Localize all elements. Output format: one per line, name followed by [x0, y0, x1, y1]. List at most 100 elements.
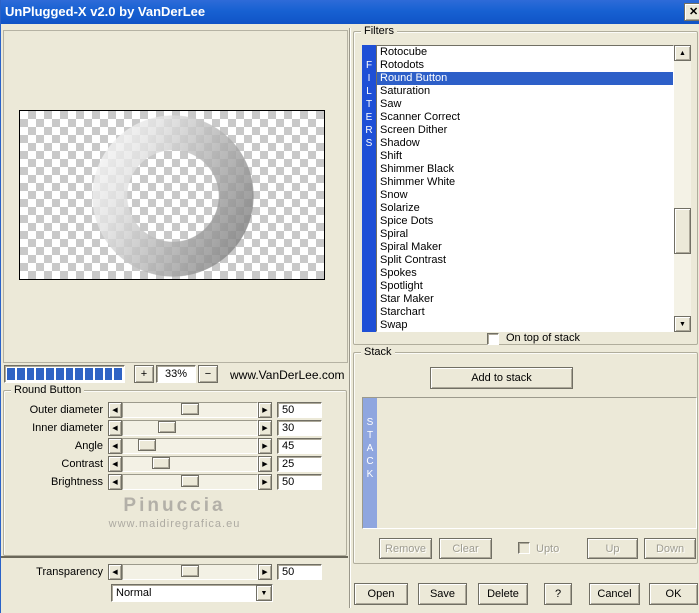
filter-list-item[interactable]: Snow [377, 189, 673, 202]
slider-decrease-arrow[interactable]: ◀ [108, 438, 122, 454]
filter-list-item[interactable]: Spotlight [377, 280, 673, 293]
filter-list-item[interactable]: Spice Dots [377, 215, 673, 228]
stack-listbox[interactable]: STACK [362, 397, 697, 529]
filter-list-item[interactable]: Spiral [377, 228, 673, 241]
open-button[interactable]: Open [354, 583, 408, 605]
clear-button[interactable]: Clear [439, 538, 492, 559]
slider-value-field[interactable]: 50 [277, 564, 322, 580]
progress-segment [7, 368, 15, 380]
filter-list-item[interactable]: Rotodots [377, 59, 673, 72]
slider-thumb[interactable] [138, 439, 156, 451]
upto-checkbox[interactable] [518, 542, 530, 554]
filter-list-item[interactable]: Split Contrast [377, 254, 673, 267]
slider-increase-arrow[interactable]: ▶ [258, 456, 272, 472]
slider-label: Angle [3, 440, 103, 452]
progress-segment [46, 368, 54, 380]
banner-letter: E [362, 111, 376, 124]
down-button[interactable]: Down [644, 538, 696, 559]
slider-decrease-arrow[interactable]: ◀ [108, 456, 122, 472]
banner-letter: I [362, 72, 376, 85]
zoom-out-button[interactable]: − [198, 365, 218, 383]
stack-group-label: Stack [361, 346, 395, 358]
save-button[interactable]: Save [418, 583, 467, 605]
slider-thumb[interactable] [181, 403, 199, 415]
filter-list-item[interactable]: Round Button [377, 72, 673, 85]
slider-decrease-arrow[interactable]: ◀ [108, 402, 122, 418]
filter-list-item[interactable]: Star Maker [377, 293, 673, 306]
banner-letter: F [362, 59, 376, 72]
delete-button[interactable]: Delete [478, 583, 528, 605]
up-button[interactable]: Up [587, 538, 638, 559]
round-button-preview-shape [92, 115, 254, 277]
blend-mode-dropdown[interactable]: Normal ▼ [111, 584, 273, 602]
ok-button[interactable]: OK [649, 583, 698, 605]
filter-list-item[interactable]: Shift [377, 150, 673, 163]
slider-increase-arrow[interactable]: ▶ [258, 474, 272, 490]
slider-track[interactable] [122, 438, 258, 454]
help-button[interactable]: ? [544, 583, 572, 605]
filter-list-item[interactable]: Starchart [377, 306, 673, 319]
slider-track[interactable] [122, 564, 258, 580]
title-bar[interactable]: UnPlugged-X v2.0 by VanDerLee ✕ [1, 0, 699, 24]
close-icon: ✕ [689, 6, 698, 18]
filter-list-item[interactable]: Spokes [377, 267, 673, 280]
slider-increase-arrow[interactable]: ▶ [258, 438, 272, 454]
close-button[interactable]: ✕ [684, 3, 699, 21]
banner-letter: T [362, 98, 376, 111]
slider-thumb[interactable] [158, 421, 176, 433]
scrollbar-thumb[interactable] [674, 208, 691, 254]
stack-vertical-banner: STACK [363, 398, 377, 528]
blend-mode-value: Normal [116, 587, 151, 599]
slider-track[interactable] [122, 420, 258, 436]
slider-decrease-arrow[interactable]: ◀ [108, 564, 122, 580]
slider-value-field[interactable]: 25 [277, 456, 322, 472]
preview-canvas[interactable] [19, 110, 325, 280]
slider-label: Brightness [3, 476, 103, 488]
filters-listbox[interactable]: RotocubeRotodotsRound ButtonSaturationSa… [376, 45, 674, 332]
slider-label: Inner diameter [3, 422, 103, 434]
slider-thumb[interactable] [181, 475, 199, 487]
filter-list-item[interactable]: Shimmer Black [377, 163, 673, 176]
filter-list-item[interactable]: Scanner Correct [377, 111, 673, 124]
filter-list-item[interactable]: Shimmer White [377, 176, 673, 189]
filters-scrollbar[interactable]: ▲ ▼ [674, 45, 691, 332]
filter-list-item[interactable]: Spiral Maker [377, 241, 673, 254]
zoom-in-button[interactable]: + [134, 365, 154, 383]
slider-increase-arrow[interactable]: ▶ [258, 420, 272, 436]
watermark-name: Pinuccia [1, 495, 348, 517]
filter-list-item[interactable]: Swap [377, 319, 673, 332]
slider-value-field[interactable]: 50 [277, 474, 322, 490]
transparency-slider-row: Transparency ◀ ▶ 50 [3, 564, 347, 582]
slider-increase-arrow[interactable]: ▶ [258, 402, 272, 418]
filter-list-item[interactable]: Saturation [377, 85, 673, 98]
filter-list-item[interactable]: Shadow [377, 137, 673, 150]
slider-value-field[interactable]: 50 [277, 402, 322, 418]
slider-label: Transparency [3, 566, 103, 578]
filter-list-item[interactable]: Rotocube [377, 46, 673, 59]
progress-segment [95, 368, 103, 380]
add-to-stack-button[interactable]: Add to stack [430, 367, 573, 389]
scroll-down-button[interactable]: ▼ [674, 316, 691, 332]
slider-value-field[interactable]: 45 [277, 438, 322, 454]
slider-thumb[interactable] [181, 565, 199, 577]
slider-increase-arrow[interactable]: ▶ [258, 564, 272, 580]
slider-thumb[interactable] [152, 457, 170, 469]
filters-vertical-banner: FILTERS [362, 45, 376, 332]
scroll-up-button[interactable]: ▲ [674, 45, 691, 61]
banner-letter: S [363, 416, 377, 429]
dropdown-arrow-button[interactable]: ▼ [256, 585, 272, 601]
slider-track[interactable] [122, 456, 258, 472]
parameter-sliders: Outer diameter◀▶50Inner diameter◀▶30Angl… [3, 402, 347, 492]
on-top-of-stack-checkbox[interactable] [487, 333, 499, 345]
cancel-button[interactable]: Cancel [589, 583, 640, 605]
filter-list-item[interactable]: Saw [377, 98, 673, 111]
horizontal-divider [1, 556, 348, 558]
remove-button[interactable]: Remove [379, 538, 432, 559]
filter-list-item[interactable]: Solarize [377, 202, 673, 215]
slider-track[interactable] [122, 474, 258, 490]
slider-decrease-arrow[interactable]: ◀ [108, 474, 122, 490]
filter-list-item[interactable]: Screen Dither [377, 124, 673, 137]
slider-track[interactable] [122, 402, 258, 418]
slider-decrease-arrow[interactable]: ◀ [108, 420, 122, 436]
slider-value-field[interactable]: 30 [277, 420, 322, 436]
